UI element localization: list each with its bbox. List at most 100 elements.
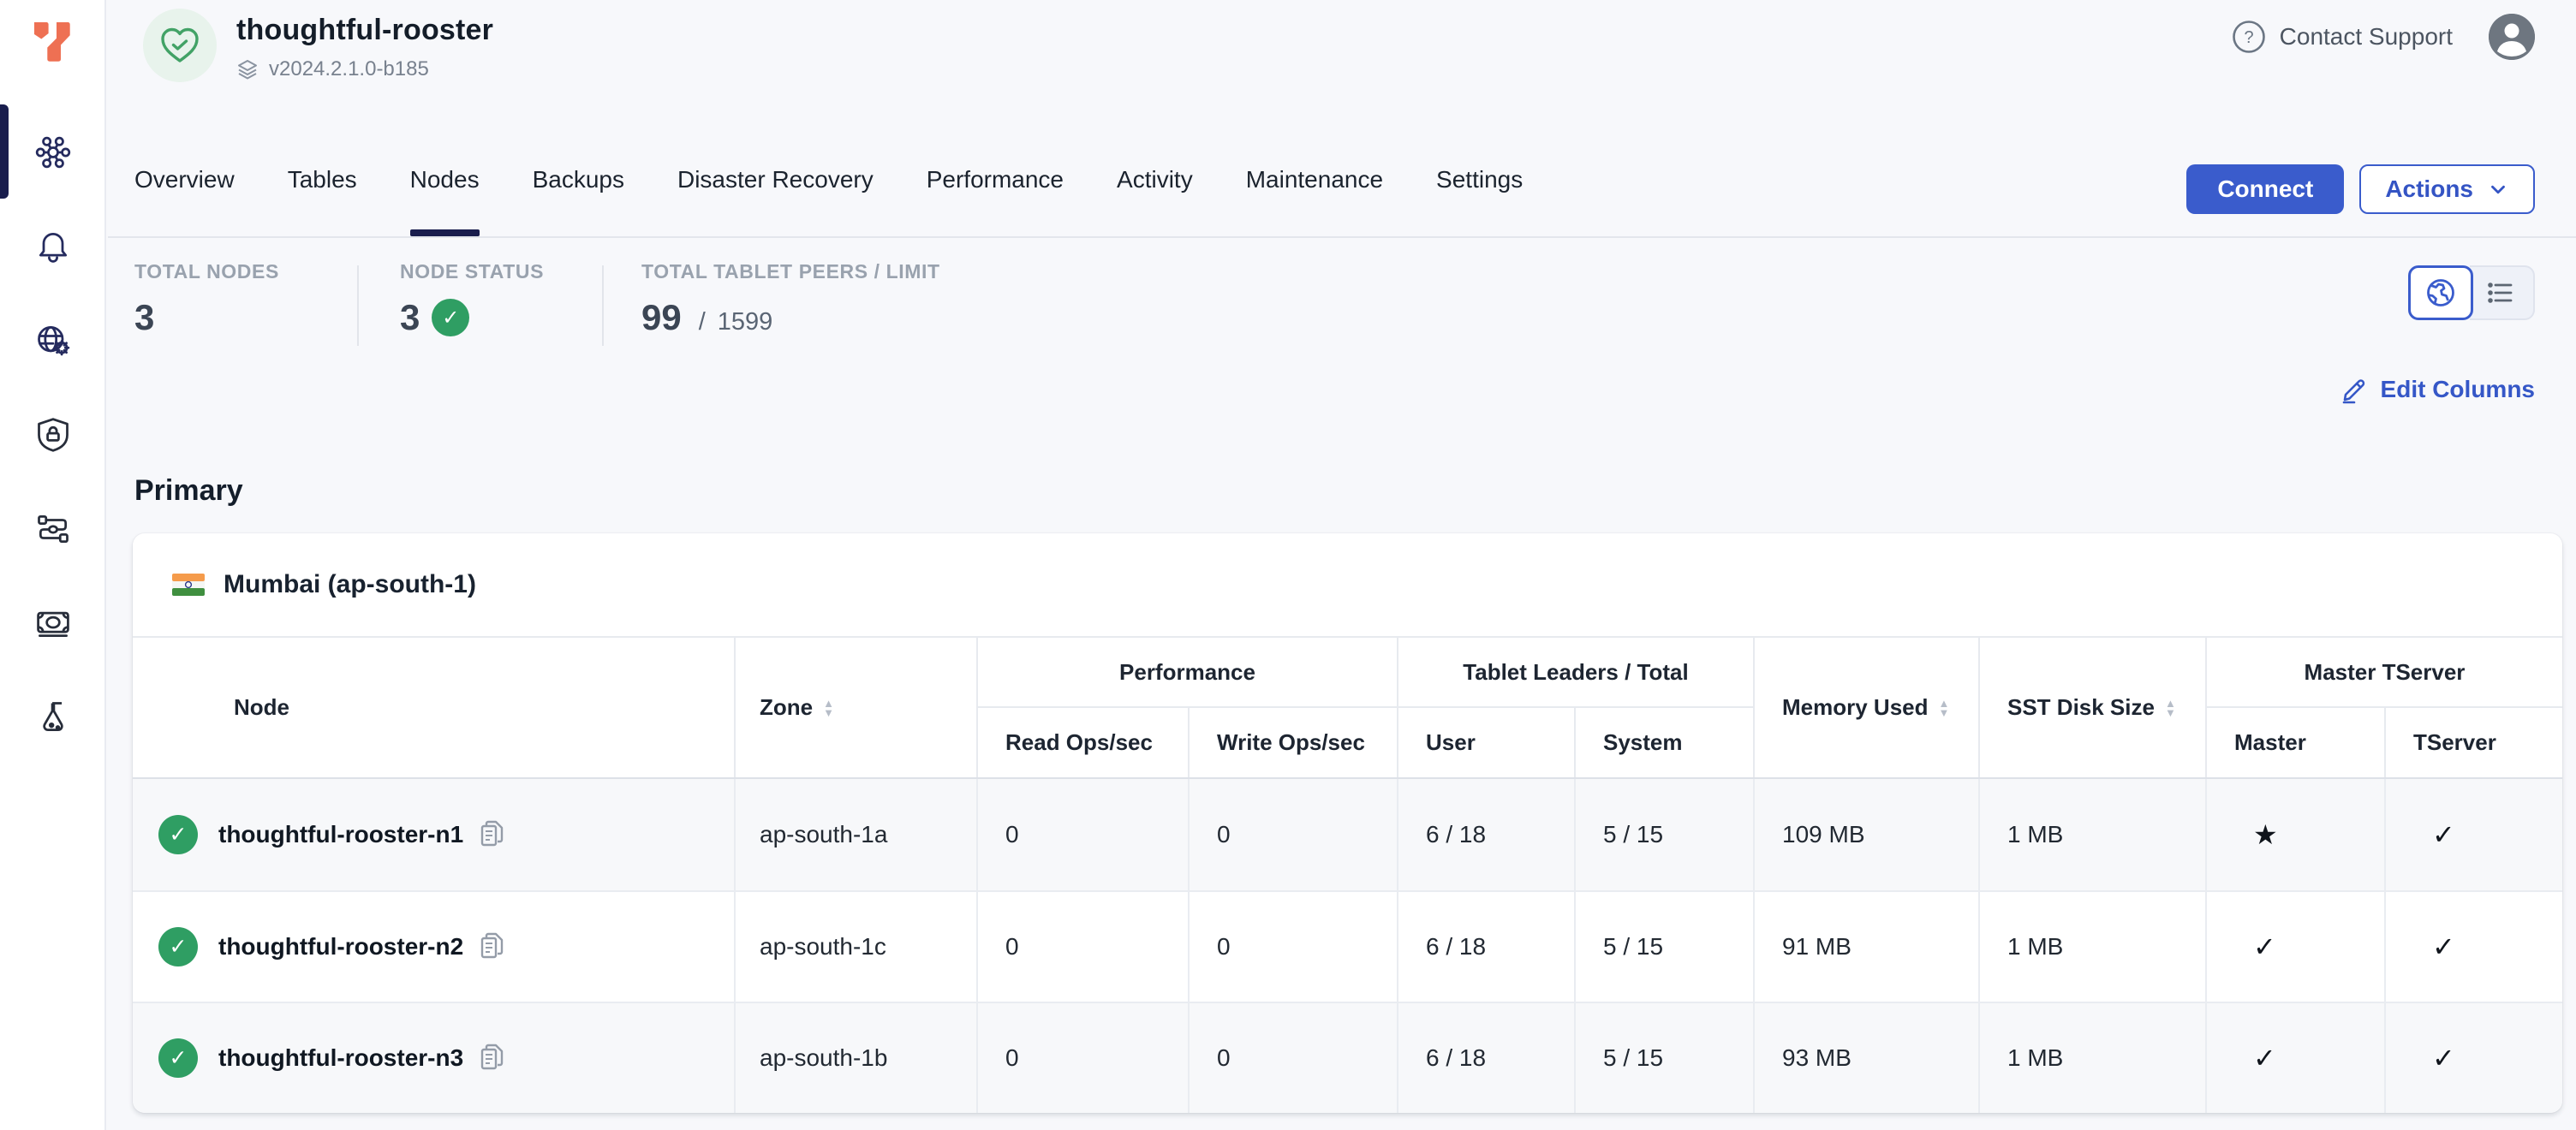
tab-overview[interactable]: Overview bbox=[134, 166, 235, 236]
stat-total-nodes: TOTAL NODES 3 bbox=[134, 238, 357, 368]
user-avatar[interactable] bbox=[2489, 14, 2535, 60]
tserver-status-icon: ✓ bbox=[2384, 1003, 2562, 1113]
region-name: Mumbai (ap-south-1) bbox=[224, 570, 476, 599]
sort-icon[interactable]: ▲▼ bbox=[823, 699, 834, 717]
column-header-sst-disk-size[interactable]: SST Disk Size ▲▼ bbox=[1978, 638, 2205, 777]
tab-disaster-recovery[interactable]: Disaster Recovery bbox=[677, 166, 874, 236]
cell-memory-used: 91 MB bbox=[1753, 892, 1978, 1002]
cell-system-tablets: 5 / 15 bbox=[1574, 892, 1753, 1002]
globe-icon bbox=[2424, 276, 2458, 310]
pencil-icon bbox=[2340, 375, 2369, 404]
sidebar-item-clusters[interactable] bbox=[34, 134, 72, 171]
cell-read-ops: 0 bbox=[976, 892, 1188, 1002]
column-group-master-tserver: Master TServer bbox=[2205, 638, 2562, 708]
sidebar-item-network[interactable] bbox=[34, 322, 72, 360]
stat-value: 3 bbox=[400, 297, 420, 338]
cell-system-tablets: 5 / 15 bbox=[1574, 779, 1753, 890]
sidebar-item-billing[interactable] bbox=[34, 604, 72, 642]
table-row: ✓ thoughtful-rooster-n1 ap-south-1a 0 0 … bbox=[133, 779, 2562, 890]
sidebar-item-alerts[interactable] bbox=[34, 228, 72, 265]
sidebar-item-labs[interactable] bbox=[34, 699, 72, 736]
tab-activity[interactable]: Activity bbox=[1117, 166, 1193, 236]
cell-write-ops: 0 bbox=[1188, 892, 1397, 1002]
column-header-node: Node bbox=[133, 638, 734, 777]
node-name: thoughtful-rooster-n1 bbox=[218, 821, 463, 848]
column-header-tserver: TServer bbox=[2384, 708, 2562, 777]
cell-read-ops: 0 bbox=[976, 779, 1188, 890]
table-row: ✓ thoughtful-rooster-n3 ap-south-1b 0 0 … bbox=[133, 1002, 2562, 1113]
edit-columns-button[interactable]: Edit Columns bbox=[2340, 375, 2535, 404]
cluster-stats: TOTAL NODES 3 NODE STATUS 3 ✓ TOTAL TABL… bbox=[108, 238, 2576, 368]
contact-support-link[interactable]: ? Contact Support bbox=[2232, 20, 2453, 54]
column-group-performance: Performance bbox=[976, 638, 1397, 708]
region-header: Mumbai (ap-south-1) bbox=[133, 533, 2562, 636]
yugabyte-logo-icon[interactable] bbox=[31, 21, 75, 63]
stat-value: 3 bbox=[134, 297, 154, 338]
cell-memory-used: 93 MB bbox=[1753, 1003, 1978, 1113]
column-header-user: User bbox=[1397, 708, 1574, 777]
column-header-read-ops: Read Ops/sec bbox=[976, 708, 1188, 777]
actions-button[interactable]: Actions bbox=[2359, 164, 2535, 214]
version-layers-icon bbox=[236, 58, 259, 80]
cell-memory-used: 109 MB bbox=[1753, 779, 1978, 890]
stat-limit: 1599 bbox=[718, 308, 773, 336]
tab-performance[interactable]: Performance bbox=[927, 166, 1064, 236]
master-status-icon: ★ bbox=[2205, 779, 2384, 890]
cluster-health-heart-icon bbox=[143, 9, 217, 82]
india-flag-icon bbox=[172, 573, 205, 597]
copy-icon[interactable] bbox=[479, 1043, 506, 1074]
nodes-table-body: ✓ thoughtful-rooster-n1 ap-south-1a 0 0 … bbox=[133, 779, 2562, 1113]
section-title-primary: Primary bbox=[134, 474, 2576, 508]
tserver-status-icon: ✓ bbox=[2384, 779, 2562, 890]
master-status-icon: ✓ bbox=[2205, 1003, 2384, 1113]
help-question-icon: ? bbox=[2232, 20, 2266, 54]
connect-button[interactable]: Connect bbox=[2186, 164, 2344, 214]
active-nav-indicator bbox=[0, 104, 9, 199]
node-name: thoughtful-rooster-n2 bbox=[218, 933, 463, 960]
tab-settings[interactable]: Settings bbox=[1436, 166, 1523, 236]
page-title: thoughtful-rooster bbox=[236, 14, 493, 47]
sort-icon[interactable]: ▲▼ bbox=[2165, 699, 2176, 717]
view-toggle bbox=[2408, 265, 2535, 320]
copy-icon[interactable] bbox=[479, 819, 506, 850]
cell-sst-disk-size: 1 MB bbox=[1978, 1003, 2205, 1113]
actions-button-label: Actions bbox=[2385, 175, 2473, 203]
healthy-check-icon: ✓ bbox=[432, 299, 469, 336]
cell-zone: ap-south-1c bbox=[734, 892, 976, 1002]
sidebar-item-integrations[interactable] bbox=[34, 510, 72, 548]
region-card: Mumbai (ap-south-1) Node Zone ▲▼ Perform… bbox=[133, 533, 2562, 1113]
cell-sst-disk-size: 1 MB bbox=[1978, 779, 2205, 890]
contact-support-label: Contact Support bbox=[2280, 23, 2453, 51]
node-healthy-check-icon: ✓ bbox=[158, 1038, 198, 1078]
chevron-down-icon bbox=[2487, 178, 2509, 200]
sidebar-item-security[interactable] bbox=[34, 416, 72, 454]
cell-user-tablets: 6 / 18 bbox=[1397, 779, 1574, 890]
node-healthy-check-icon: ✓ bbox=[158, 815, 198, 854]
master-status-icon: ✓ bbox=[2205, 892, 2384, 1002]
map-view-toggle-button[interactable] bbox=[2408, 265, 2473, 320]
tab-maintenance[interactable]: Maintenance bbox=[1246, 166, 1383, 236]
column-header-memory-label: Memory Used bbox=[1782, 694, 1929, 721]
stat-label: TOTAL TABLET PEERS / LIMIT bbox=[641, 260, 940, 283]
cluster-version: v2024.2.1.0-b185 bbox=[269, 57, 429, 81]
sort-icon[interactable]: ▲▼ bbox=[1939, 699, 1950, 717]
stat-label: TOTAL NODES bbox=[134, 260, 357, 283]
cell-sst-disk-size: 1 MB bbox=[1978, 892, 2205, 1002]
column-header-zone[interactable]: Zone ▲▼ bbox=[734, 638, 976, 777]
list-view-toggle-button[interactable] bbox=[2470, 265, 2535, 320]
tab-backups[interactable]: Backups bbox=[533, 166, 624, 236]
sidebar bbox=[0, 0, 106, 1130]
cell-write-ops: 0 bbox=[1188, 1003, 1397, 1113]
stat-separator: / bbox=[699, 308, 706, 336]
column-header-system: System bbox=[1574, 708, 1753, 777]
column-header-sst-label: SST Disk Size bbox=[2007, 694, 2155, 721]
column-header-write-ops: Write Ops/sec bbox=[1188, 708, 1397, 777]
column-header-memory-used[interactable]: Memory Used ▲▼ bbox=[1753, 638, 1978, 777]
stat-label: NODE STATUS bbox=[400, 260, 602, 283]
column-header-zone-label: Zone bbox=[760, 694, 813, 721]
column-group-tablet-leaders: Tablet Leaders / Total bbox=[1397, 638, 1753, 708]
tab-tables[interactable]: Tables bbox=[288, 166, 357, 236]
tab-nodes[interactable]: Nodes bbox=[410, 166, 480, 236]
copy-icon[interactable] bbox=[479, 931, 506, 962]
svg-text:?: ? bbox=[2244, 28, 2253, 47]
